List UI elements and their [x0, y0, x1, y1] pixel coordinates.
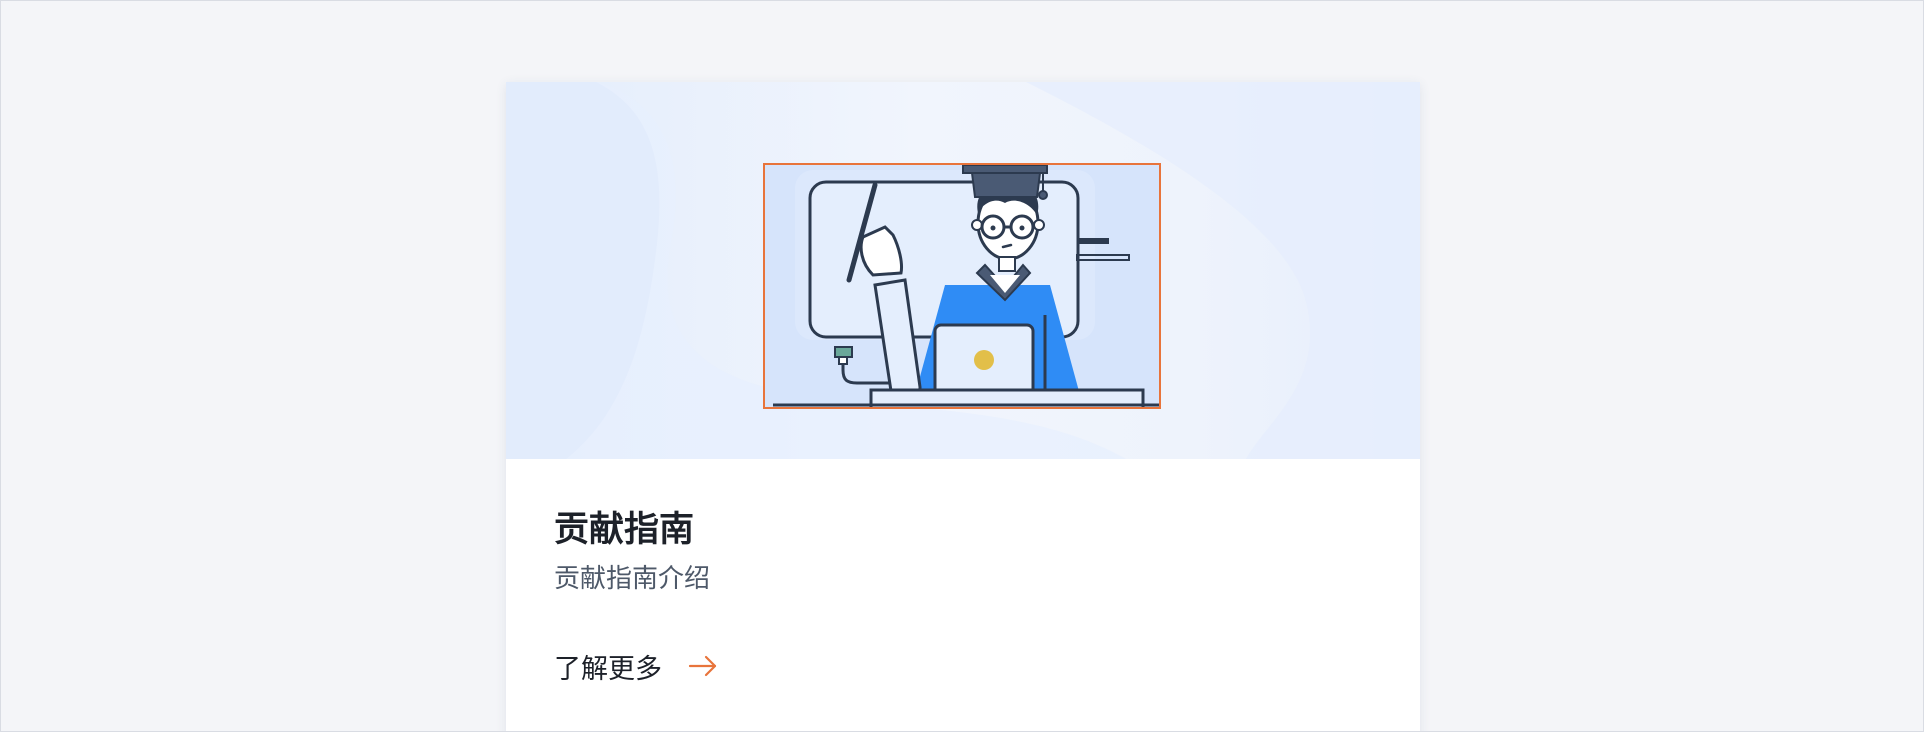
guide-card[interactable]: 贡献指南 贡献指南介绍 了解更多 [506, 82, 1420, 731]
arrow-right-icon [688, 654, 718, 678]
card-banner [506, 82, 1420, 459]
page: 贡献指南 贡献指南介绍 了解更多 [0, 0, 1924, 732]
learn-more-label: 了解更多 [554, 653, 662, 685]
card-body: 贡献指南 贡献指南介绍 了解更多 [506, 459, 1420, 686]
card-subtitle: 贡献指南介绍 [554, 564, 711, 594]
card-title: 贡献指南 [554, 510, 695, 550]
learn-more-link[interactable]: 了解更多 [554, 647, 718, 686]
graduate-teacher-illustration [763, 163, 1161, 409]
